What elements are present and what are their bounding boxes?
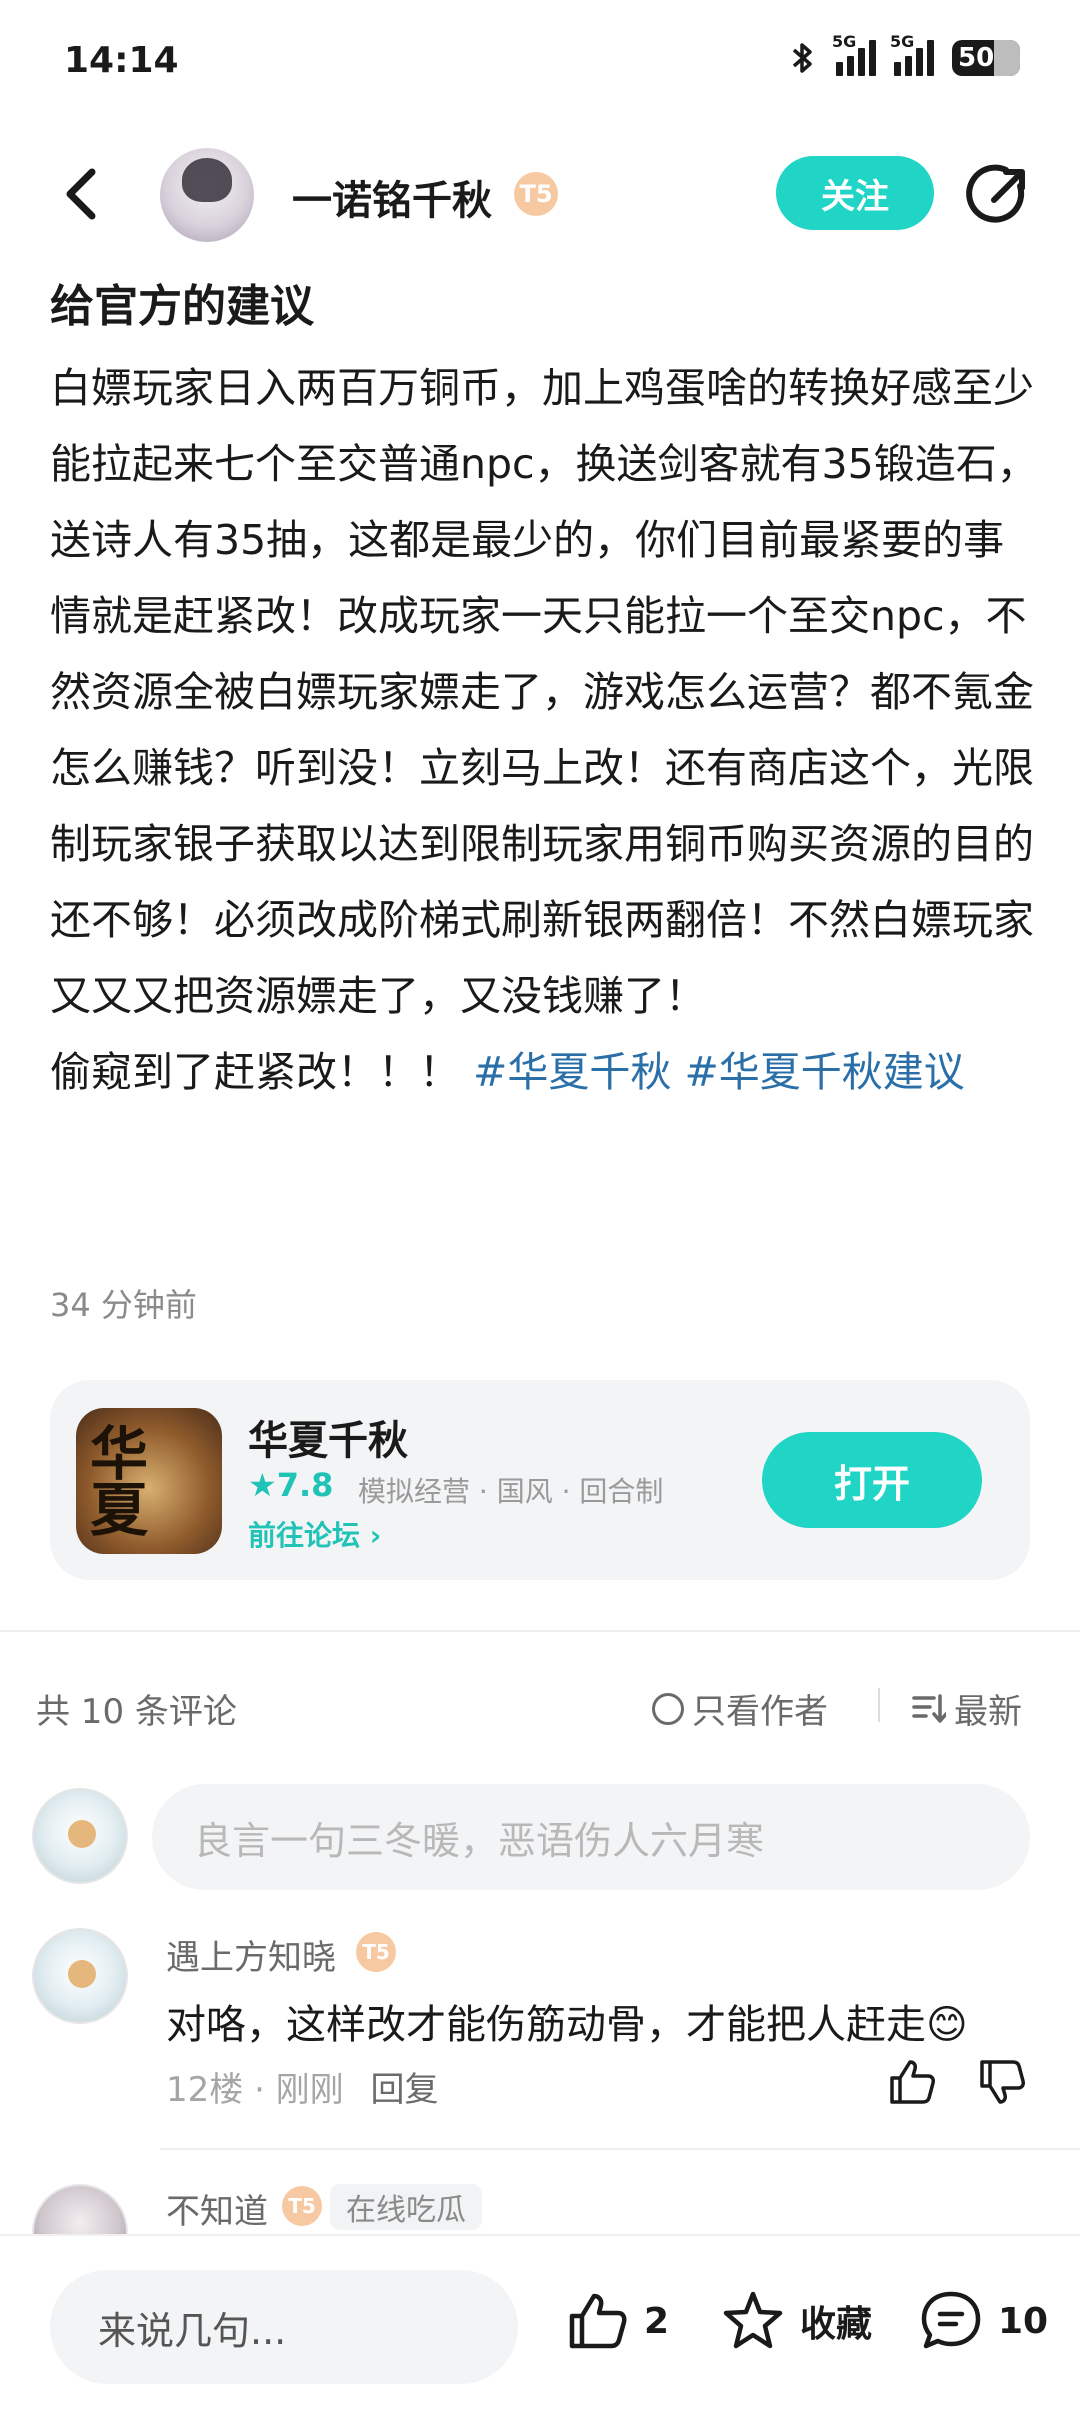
comment-username[interactable]: 遇上方知晓: [166, 1930, 336, 1979]
my-avatar: [32, 1788, 128, 1884]
post-time: 34 分钟前: [50, 1286, 197, 1324]
comments-header: 共 10 条评论 只看作者 最新: [0, 1680, 1080, 1733]
collect-button[interactable]: 收藏: [720, 2288, 872, 2354]
thumbs-up-icon[interactable]: [886, 2056, 938, 2108]
status-icons: 5G 5G 50: [788, 32, 1020, 76]
back-icon[interactable]: [52, 160, 112, 228]
signal-icon: 5G: [890, 32, 934, 76]
like-button[interactable]: 2: [564, 2288, 669, 2354]
divider: [878, 1688, 880, 1722]
game-name: 华夏千秋: [248, 1418, 408, 1464]
comment-icon: [921, 2291, 981, 2349]
battery-icon: 50: [952, 40, 1020, 76]
level-badge: T5: [514, 172, 558, 216]
radio-icon: [652, 1692, 684, 1725]
open-game-button[interactable]: 打开: [762, 1432, 982, 1528]
author-avatar[interactable]: [160, 148, 254, 242]
author-name[interactable]: 一诺铭千秋: [292, 168, 492, 226]
status-time: 14:14: [64, 40, 179, 81]
post-title: 给官方的建议: [50, 281, 314, 332]
comment-meta: 12楼 · 刚刚 回复: [166, 2070, 439, 2110]
reply-link[interactable]: 回复: [371, 2070, 439, 2110]
post-body-end: 偷窥到了赶紧改！！！: [50, 1048, 460, 1096]
game-card[interactable]: 华夏 华夏千秋 ★7.8 模拟经营 · 国风 · 回合制 前往论坛 › 打开: [50, 1380, 1030, 1580]
status-bar: 14:14 5G 5G 50: [0, 0, 1080, 120]
signal-icon: 5G: [832, 32, 876, 76]
share-icon[interactable]: [966, 162, 1032, 228]
level-badge: T5: [356, 1932, 396, 1972]
star-icon: [723, 2291, 783, 2349]
say-something-input[interactable]: 来说几句...: [50, 2270, 518, 2384]
game-icon: 华夏: [76, 1408, 222, 1554]
bluetooth-icon: [792, 43, 812, 73]
thumbs-up-icon: [569, 2293, 627, 2349]
user-tag: 在线吃瓜: [330, 2184, 482, 2230]
game-tags: 模拟经营 · 国风 · 回合制: [358, 1475, 664, 1508]
thumbs-down-icon[interactable]: [976, 2056, 1028, 2108]
divider: [160, 2148, 1080, 2150]
follow-button[interactable]: 关注: [776, 156, 934, 230]
comment-username[interactable]: 不知道: [166, 2184, 268, 2233]
topic-tag[interactable]: #华夏千秋建议: [684, 1048, 964, 1096]
post-body: 白嫖玩家日入两百万铜币，加上鸡蛋啥的转换好感至少能拉起来七个至交普通npc，换送…: [50, 350, 1040, 1110]
post-header: 一诺铭千秋 T5 关注: [0, 140, 1080, 248]
forum-link[interactable]: 前往论坛 ›: [248, 1514, 381, 1554]
divider: [0, 1630, 1080, 1632]
game-rating: ★7.8: [248, 1466, 334, 1504]
comment-text: 对咯，这样改才能伤筋动骨，才能把人赶走😊: [166, 2002, 968, 2048]
avatar[interactable]: [32, 1928, 128, 2024]
post-body-text: 白嫖玩家日入两百万铜币，加上鸡蛋啥的转换好感至少能拉起来七个至交普通npc，换送…: [50, 364, 1038, 1020]
bottom-bar: 来说几句... 2 收藏 10: [0, 2234, 1080, 2414]
sort-icon: [912, 1693, 946, 1723]
comment-input[interactable]: 良言一句三冬暖，恶语伤人六月寒: [152, 1784, 1030, 1890]
topic-tag[interactable]: #华夏千秋: [473, 1048, 671, 1096]
comment-button[interactable]: 10: [918, 2288, 1048, 2354]
sort-button[interactable]: 最新: [912, 1684, 1022, 1733]
level-badge: T5: [282, 2186, 322, 2226]
comment-count: 共 10 条评论: [36, 1692, 237, 1732]
author-only-toggle[interactable]: 只看作者: [652, 1684, 828, 1733]
